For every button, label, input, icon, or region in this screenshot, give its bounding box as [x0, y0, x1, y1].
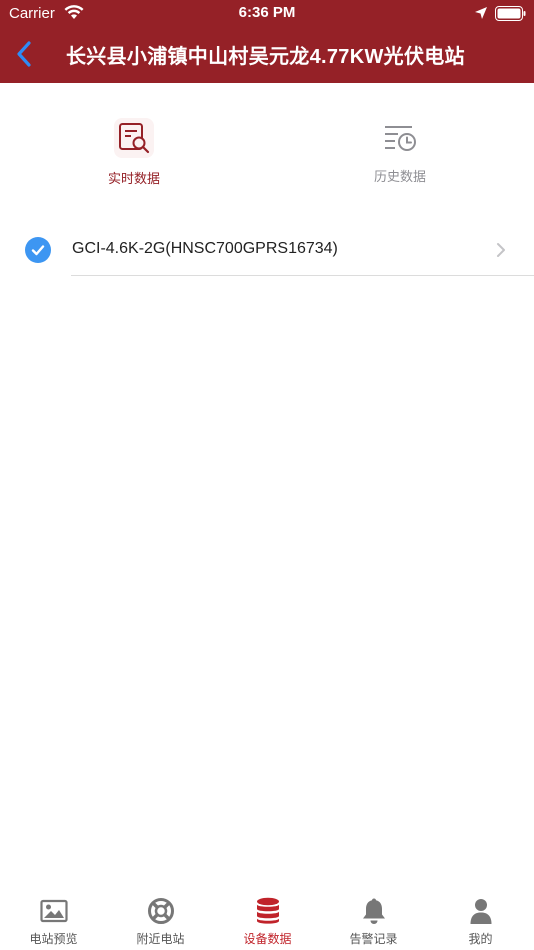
top-bar: Carrier 6:36 PM 长兴县小浦镇中山村吴元龙4.77KW光伏电站	[0, 0, 534, 83]
tab-realtime-data[interactable]: 实时数据	[64, 110, 204, 200]
lifebuoy-icon	[146, 896, 176, 926]
device-list-item[interactable]: GCI-4.6K-2G(HNSC700GPRS16734)	[0, 226, 534, 276]
tab-realtime-label: 实时数据	[107, 172, 160, 187]
tabbar-label: 附近电站	[136, 932, 185, 946]
bell-icon	[359, 896, 389, 926]
user-icon	[466, 896, 496, 926]
chevron-right-icon	[497, 243, 505, 257]
tab-history-label: 历史数据	[373, 170, 426, 185]
page-title: 长兴县小浦镇中山村吴元龙4.77KW光伏电站	[66, 46, 465, 68]
data-type-tabs: 实时数据 历史数据	[0, 110, 534, 200]
tab-history-icon-wrap	[380, 118, 420, 158]
device-name: GCI-4.6K-2G(HNSC700GPRS16734)	[72, 240, 338, 257]
back-chevron-icon[interactable]	[12, 39, 38, 69]
history-clock-list-icon	[385, 126, 416, 151]
row-divider	[71, 275, 534, 276]
tabbar-label: 设备数据	[243, 932, 292, 946]
image-icon	[39, 896, 69, 926]
tabbar-item-mine[interactable]: 我的	[427, 884, 534, 950]
tabbar-item-station-overview[interactable]: 电站预览	[0, 884, 107, 950]
tab-realtime-icon-wrap	[114, 118, 154, 158]
status-time: 6:36 PM	[238, 4, 296, 21]
tabbar-item-nearby-station[interactable]: 附近电站	[107, 884, 214, 950]
checkmark-icon[interactable]	[25, 237, 51, 263]
tabbar-item-device-data[interactable]: 设备数据	[214, 884, 321, 950]
navigation-bar: 长兴县小浦镇中山村吴元龙4.77KW光伏电站	[0, 28, 534, 83]
database-icon	[253, 896, 283, 926]
realtime-search-doc-icon	[119, 123, 150, 154]
tabbar-label: 电站预览	[29, 932, 78, 946]
tabbar-label: 告警记录	[349, 932, 398, 946]
tab-history-data[interactable]: 历史数据	[330, 110, 470, 200]
tabbar-label: 我的	[468, 932, 493, 946]
bottom-tab-bar: 电站预览 附近电站 设备数据 告警记录 我的	[0, 884, 534, 950]
battery-icon	[495, 6, 526, 21]
tabbar-item-alarm-records[interactable]: 告警记录	[320, 884, 427, 950]
location-arrow-icon	[475, 7, 487, 19]
status-bar: Carrier 6:36 PM	[0, 0, 534, 28]
